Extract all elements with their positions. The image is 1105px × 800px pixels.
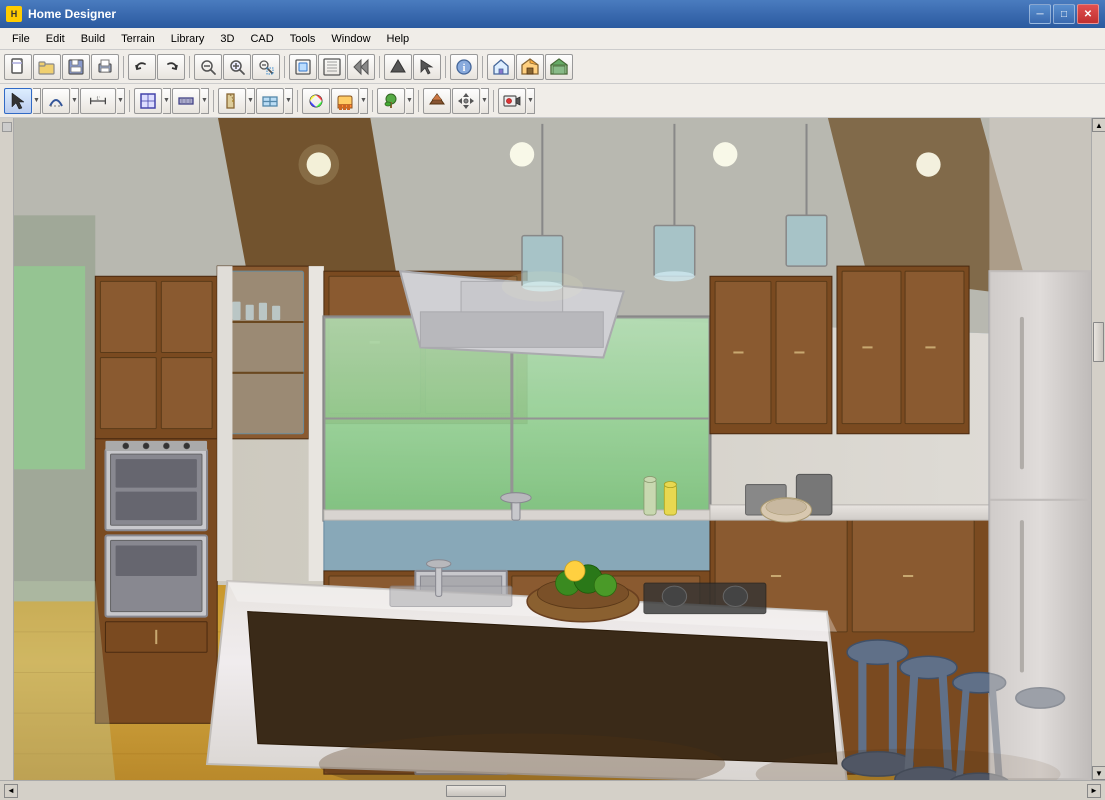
separator-tb2-4 <box>372 90 373 112</box>
save-button[interactable] <box>62 54 90 80</box>
color-button[interactable] <box>302 88 330 114</box>
scroll-up-arrow[interactable]: ▲ <box>1092 118 1105 132</box>
menu-terrain[interactable]: Terrain <box>113 31 163 47</box>
separator-6 <box>482 56 483 78</box>
main-area: ▲ ▼ <box>0 118 1105 780</box>
h-scroll-thumb[interactable] <box>446 785 506 797</box>
menu-tools[interactable]: Tools <box>282 31 324 47</box>
minimize-button[interactable]: ─ <box>1029 4 1051 24</box>
house-plan-button[interactable] <box>487 54 515 80</box>
window-controls: ─ □ ✕ <box>1029 4 1099 24</box>
open-button[interactable] <box>33 54 61 80</box>
canvas-area[interactable] <box>14 118 1091 780</box>
scroll-left-arrow[interactable]: ◄ <box>4 784 18 798</box>
title-bar: H Home Designer ─ □ ✕ <box>0 0 1105 28</box>
scroll-track[interactable] <box>1092 132 1105 766</box>
wall-dropdown-arrow[interactable]: ▼ <box>201 88 209 114</box>
arrow-up2-button[interactable] <box>423 88 451 114</box>
app-title: Home Designer <box>28 7 1029 21</box>
maximize-button[interactable]: □ <box>1053 4 1075 24</box>
menu-file[interactable]: File <box>4 31 38 47</box>
select-dropdown-arrow[interactable]: ▼ <box>33 88 41 114</box>
fit-view-button[interactable] <box>289 54 317 80</box>
record-button[interactable] <box>498 88 526 114</box>
separator-tb2-5 <box>418 90 419 112</box>
print-button[interactable] <box>91 54 119 80</box>
h-scroll-track[interactable] <box>22 784 1083 798</box>
arrow-up-button[interactable] <box>384 54 412 80</box>
zoom-box-button[interactable] <box>252 54 280 80</box>
left-panel <box>0 118 14 780</box>
separator-tb2-1 <box>129 90 130 112</box>
room-tool-button[interactable] <box>134 88 162 114</box>
previous-view-button[interactable] <box>347 54 375 80</box>
select-button[interactable] <box>4 88 32 114</box>
scroll-thumb[interactable] <box>1093 322 1104 362</box>
undo-button[interactable] <box>128 54 156 80</box>
zoom-all-button[interactable] <box>318 54 346 80</box>
zoom-out-button[interactable] <box>194 54 222 80</box>
new-button[interactable] <box>4 54 32 80</box>
measure-button[interactable]: 1' <box>80 88 116 114</box>
menu-build[interactable]: Build <box>73 31 113 47</box>
app-icon: H <box>6 6 22 22</box>
separator-3 <box>284 56 285 78</box>
separator-tb2-2 <box>213 90 214 112</box>
house-3d-button[interactable] <box>516 54 544 80</box>
svg-text:1': 1' <box>96 95 99 100</box>
room-dropdown-arrow[interactable]: ▼ <box>163 88 171 114</box>
move-button[interactable] <box>452 88 480 114</box>
cursor-button[interactable] <box>413 54 441 80</box>
toolbar-1: i <box>0 50 1105 84</box>
menu-help[interactable]: Help <box>379 31 418 47</box>
scroll-right-arrow[interactable]: ► <box>1087 784 1101 798</box>
record-dropdown-arrow[interactable]: ▼ <box>527 88 535 114</box>
arc-dropdown-arrow[interactable]: ▼ <box>71 88 79 114</box>
paint-button[interactable] <box>331 88 359 114</box>
terrain-plant-button[interactable] <box>377 88 405 114</box>
menu-edit[interactable]: Edit <box>38 31 73 47</box>
separator-tb2-6 <box>493 90 494 112</box>
separator-5 <box>445 56 446 78</box>
paint-dropdown-arrow[interactable]: ▼ <box>360 88 368 114</box>
menu-library[interactable]: Library <box>163 31 213 47</box>
bottom-scrollbar: ◄ ► <box>0 780 1105 800</box>
separator-tb2-3 <box>297 90 298 112</box>
menu-window[interactable]: Window <box>323 31 378 47</box>
move-dropdown-arrow[interactable]: ▼ <box>481 88 489 114</box>
redo-button[interactable] <box>157 54 185 80</box>
measure-dropdown-arrow[interactable]: ▼ <box>117 88 125 114</box>
info-button[interactable]: i <box>450 54 478 80</box>
door-dropdown-arrow[interactable]: ▼ <box>247 88 255 114</box>
menu-bar: File Edit Build Terrain Library 3D CAD T… <box>0 28 1105 50</box>
left-panel-handle[interactable] <box>2 122 12 132</box>
separator-2 <box>189 56 190 78</box>
door-button[interactable] <box>218 88 246 114</box>
toolbar-2: ▼ ▼ 1' ▼ ▼ ▼ <box>0 84 1105 118</box>
separator-4 <box>379 56 380 78</box>
window-dropdown-arrow[interactable]: ▼ <box>285 88 293 114</box>
zoom-in-button[interactable] <box>223 54 251 80</box>
house-front-button[interactable] <box>545 54 573 80</box>
terrain-dropdown-arrow[interactable]: ▼ <box>406 88 414 114</box>
menu-cad[interactable]: CAD <box>242 31 281 47</box>
svg-text:i: i <box>463 63 466 74</box>
separator-1 <box>123 56 124 78</box>
arc-tool-button[interactable] <box>42 88 70 114</box>
window-tool-button[interactable] <box>256 88 284 114</box>
close-button[interactable]: ✕ <box>1077 4 1099 24</box>
menu-3d[interactable]: 3D <box>212 31 242 47</box>
kitchen-render <box>14 118 1091 780</box>
wall-tool-button[interactable] <box>172 88 200 114</box>
scroll-down-arrow[interactable]: ▼ <box>1092 766 1105 780</box>
right-scrollbar: ▲ ▼ <box>1091 118 1105 780</box>
